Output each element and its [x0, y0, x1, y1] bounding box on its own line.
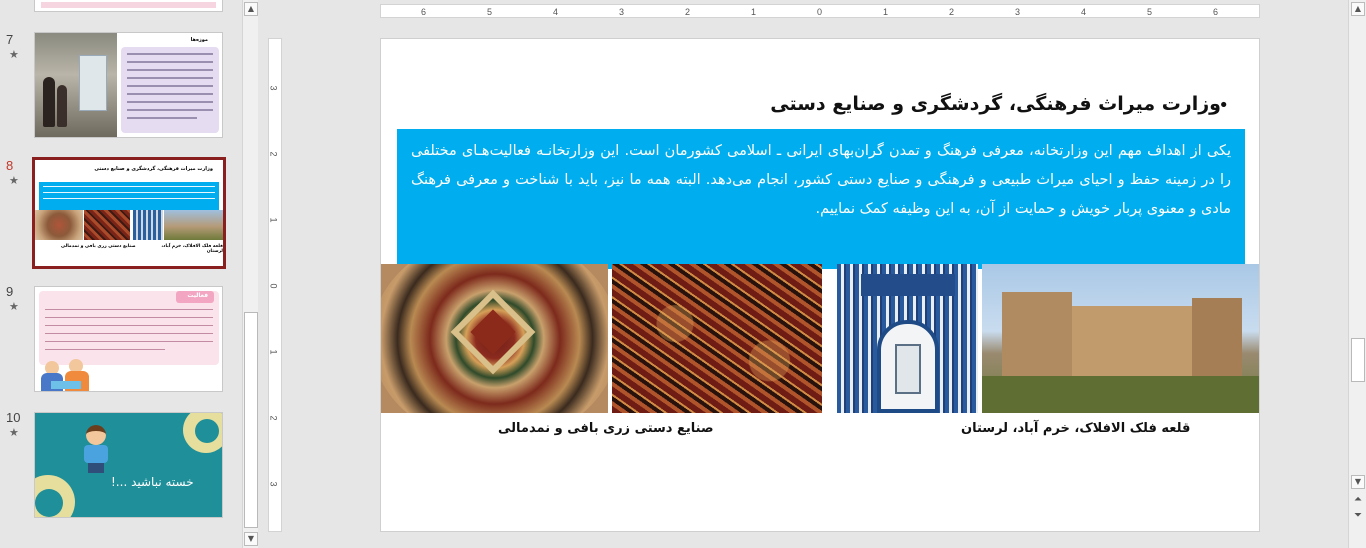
ruler-label: 1 [883, 7, 889, 17]
thumbnail-frame[interactable]: فعالیت [34, 286, 223, 392]
presentation-window: 7 ★ موزه‌ها [0, 0, 1366, 548]
ruler-label: 0 [817, 7, 823, 17]
brocade-fabric-photo[interactable] [612, 264, 822, 413]
animation-star-icon: ★ [9, 427, 19, 439]
thumbnail-frame[interactable]: خسته نباشید ...! [34, 412, 223, 518]
editor-scrollbar[interactable]: ▲ ▼ ⏶ ⏷ [1348, 0, 1366, 548]
slide-number: 10 [6, 410, 21, 425]
felt-rug-photo[interactable] [381, 264, 608, 413]
ruler-label: 1 [751, 7, 757, 17]
tiled-doorway-photo[interactable] [837, 264, 978, 413]
slide-number: 7 [6, 32, 14, 47]
caption-handicrafts[interactable]: صنایع دستی زری بافی و نمدمالی [498, 421, 714, 436]
slide-number: 8 [6, 158, 14, 173]
thumbnail-caption-right: قلعه فلک الافلاک، خرم آباد، لرستان [161, 244, 223, 254]
animation-star-icon: ★ [9, 175, 19, 187]
ruler-label: 4 [553, 7, 559, 17]
scrollbar-thumb[interactable] [1351, 338, 1365, 382]
text-box-blue[interactable]: یکی از اهداف مهم این وزارتخانه، معرفی فر… [397, 129, 1245, 269]
castle-photo[interactable] [982, 264, 1259, 413]
ruler-label: 2 [949, 7, 955, 17]
ruler-label: 3 [619, 7, 625, 17]
thumbnail-scrollbar[interactable]: ▲ ▼ [242, 0, 258, 548]
scroll-down-icon[interactable]: ▼ [1351, 475, 1365, 489]
ruler-label: 0 [268, 283, 279, 289]
ruler-label: 1 [268, 217, 279, 223]
ruler-label: 6 [421, 7, 427, 17]
horizontal-ruler: 6 5 4 3 2 1 0 1 2 3 4 5 6 [380, 4, 1260, 18]
ruler-label: 3 [1015, 7, 1021, 17]
scroll-up-icon[interactable]: ▲ [1351, 2, 1365, 16]
slide-thumbnail-pane: 7 ★ موزه‌ها [0, 0, 240, 548]
children-illustration [41, 353, 97, 391]
caption-castle[interactable]: قلعه فلک الافلاک، خرم آباد، لرستان [961, 421, 1190, 436]
thumbnail-heading: خسته نباشید ...! [111, 475, 194, 489]
next-slide-icon[interactable]: ⏷ [1351, 510, 1365, 524]
ruler-label: 2 [268, 151, 279, 157]
museum-photo [35, 33, 117, 137]
slide-title[interactable]: وزارت میراث فرهنگی، گردشگری و صنایع دستی [770, 93, 1221, 115]
thumbnail-heading: موزه‌ها [190, 37, 208, 43]
thumbnail-frame[interactable]: موزه‌ها [34, 32, 223, 138]
slide-number: 9 [6, 284, 14, 299]
thumbnail-heading: وزارت میراث فرهنگی، گردشگری و صنایع دستی [94, 166, 213, 172]
slide-editor: 6 5 4 3 2 1 0 1 2 3 4 5 6 3 2 1 0 1 2 3 … [262, 0, 1346, 548]
boy-illustration [81, 425, 111, 475]
body-paragraph[interactable]: یکی از اهداف مهم این وزارتخانه، معرفی فر… [411, 137, 1231, 224]
previous-slide-icon[interactable]: ⏶ [1351, 494, 1365, 508]
ruler-label: 2 [685, 7, 691, 17]
scroll-up-icon[interactable]: ▲ [244, 2, 258, 16]
ruler-label: 2 [268, 415, 279, 421]
ruler-label: 3 [268, 85, 279, 91]
scroll-down-icon[interactable]: ▼ [244, 532, 258, 546]
ruler-label: 5 [1147, 7, 1153, 17]
vertical-ruler: 3 2 1 0 1 2 3 [268, 38, 282, 532]
ruler-label: 5 [487, 7, 493, 17]
ruler-label: 1 [268, 349, 279, 355]
scrollbar-thumb[interactable] [244, 312, 258, 528]
animation-star-icon: ★ [9, 301, 19, 313]
thumbnail-heading: فعالیت [187, 292, 208, 299]
ruler-label: 6 [1213, 7, 1219, 17]
ruler-label: 4 [1081, 7, 1087, 17]
ruler-label: 3 [268, 481, 279, 487]
animation-star-icon: ★ [9, 49, 19, 61]
slide-canvas[interactable]: • وزارت میراث فرهنگی، گردشگری و صنایع دس… [380, 38, 1260, 532]
thumbnail-previous-partial[interactable] [34, 0, 223, 12]
thumbnail-frame-selected[interactable]: وزارت میراث فرهنگی، گردشگری و صنایع دستی… [32, 157, 226, 269]
thumbnail-caption-left: صنایع دستی زری بافی و نمدمالی [61, 244, 136, 249]
